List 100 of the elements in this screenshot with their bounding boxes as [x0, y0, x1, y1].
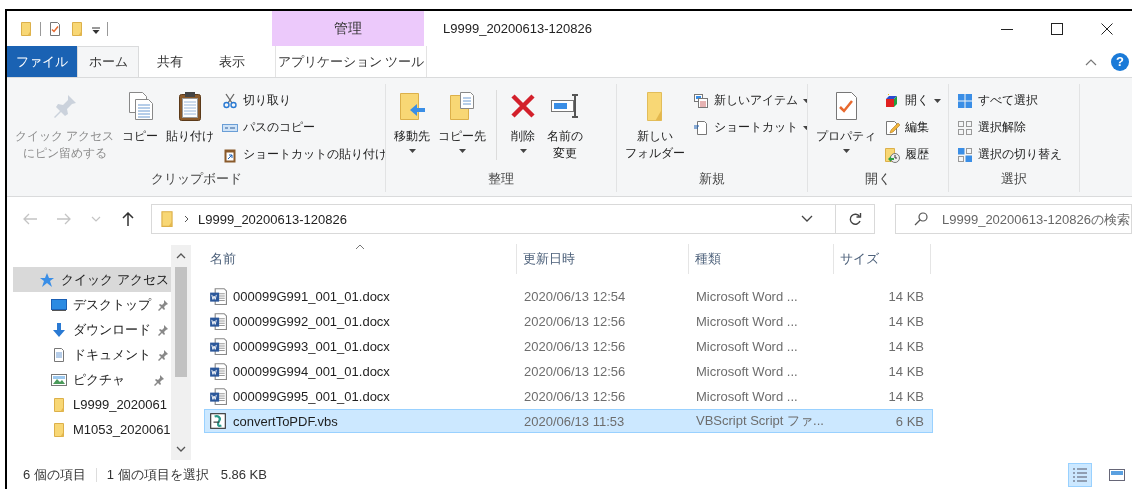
ribbon-tab[interactable]: 表示 [201, 46, 263, 77]
collapse-ribbon-icon[interactable] [1085, 57, 1097, 66]
ribbon-button[interactable]: 移動先 [390, 88, 434, 170]
ribbon-tab[interactable]: ホーム [77, 46, 139, 77]
ribbon-button[interactable]: コピー [118, 88, 163, 170]
scroll-up-icon[interactable] [176, 253, 187, 259]
table-cell-text: 6 KB [894, 412, 925, 431]
table-cell-text: Microsoft Word ... [695, 387, 799, 406]
file-name[interactable]: 000099G991_001_01.docx [233, 288, 390, 304]
table-cell-text: 14 KB [887, 387, 925, 406]
breadcrumb-item[interactable]: L9999_20200613-120826 [198, 211, 347, 227]
file-row[interactable]: 000099G992_001_01.docx 2020/06/13 12:56 Microsoft Word ... 14 KB [204, 309, 933, 333]
properties-icon[interactable] [47, 20, 63, 37]
word-document-icon [209, 312, 227, 330]
pencil-page-icon [884, 119, 900, 136]
folder-clock-icon [884, 146, 900, 163]
help-button[interactable]: ? [1111, 52, 1129, 71]
table-cell-text: VBScript Script ファ... [695, 412, 825, 430]
nav-item[interactable]: ピクチャ [13, 367, 172, 392]
file-name[interactable]: 000099G992_001_01.docx [233, 313, 390, 329]
nav-item[interactable]: ダウンロード [13, 317, 172, 342]
column-header[interactable]: 更新日時 [517, 244, 689, 274]
ribbon-tab[interactable]: 共有 [139, 46, 201, 77]
ribbon-tab[interactable]: ファイル [7, 46, 77, 77]
nav-item[interactable]: ドキュメント [13, 342, 172, 367]
ribbon-button[interactable]: 開く [884, 88, 941, 113]
nav-item[interactable]: デスクトップ [13, 292, 172, 317]
address-bar[interactable]: L9999_20200613-120826 [151, 204, 875, 234]
file-name[interactable]: convertToPDF.vbs [233, 413, 338, 429]
up-arrow-icon[interactable] [121, 212, 135, 226]
folder-icon [51, 396, 67, 413]
file-name[interactable]: 000099G995_001_01.docx [233, 388, 390, 404]
file-row[interactable]: 000099G993_001_01.docx 2020/06/13 12:56 Microsoft Word ... 14 KB [204, 334, 933, 358]
ribbon-button[interactable]: コピー先 [434, 88, 490, 170]
word-document-icon [209, 387, 227, 405]
file-row[interactable]: 000099G994_001_01.docx 2020/06/13 12:56 Microsoft Word ... 14 KB [204, 359, 933, 383]
grid-icon [957, 92, 973, 109]
script-file-icon [209, 412, 227, 430]
ribbon-button[interactable]: すべて選択 [957, 88, 1062, 113]
file-name[interactable]: 000099G993_001_01.docx [233, 338, 390, 354]
file-row[interactable]: 000099G991_001_01.docx 2020/06/13 12:54 Microsoft Word ... 14 KB [204, 284, 933, 308]
nav-item[interactable]: クイック アクセス [13, 267, 172, 292]
caret-icon [408, 149, 416, 153]
ribbon-button[interactable]: 履歴 [884, 142, 941, 167]
group-label: 開く [864, 170, 892, 188]
ribbon-button[interactable]: 切り取り [222, 88, 385, 113]
file-row[interactable]: 000099G995_001_01.docx 2020/06/13 12:56 Microsoft Word ... 14 KB [204, 384, 933, 408]
details-view-icon [1071, 465, 1089, 484]
nav-item[interactable]: M1053_2020061 [13, 417, 172, 442]
ribbon-button[interactable]: 削除 [503, 88, 543, 170]
column-header[interactable]: 名前 [204, 244, 517, 274]
ribbon-button[interactable]: 貼り付け [162, 88, 219, 170]
table-cell-text: 14 KB [887, 337, 925, 356]
refresh-icon[interactable] [848, 212, 862, 226]
new-item-icon [693, 92, 709, 109]
ribbon-button[interactable]: 新しい フォルダー [621, 88, 689, 170]
ribbon-button[interactable]: パスのコピー [222, 115, 385, 140]
group-label: 整理 [487, 170, 515, 188]
close-icon[interactable] [1101, 22, 1113, 35]
ribbon-button[interactable]: ショートカット [693, 115, 807, 140]
caret-icon [519, 149, 527, 153]
ribbon-button[interactable]: 新しいアイテム [693, 88, 807, 113]
caret-icon [803, 125, 807, 130]
pin-icon [157, 298, 169, 311]
table-cell-text: 2020/06/13 12:56 [523, 362, 627, 381]
ribbon-button[interactable]: 選択解除 [957, 115, 1062, 140]
search-field[interactable]: L9999_20200613-120826の検索 [895, 204, 1132, 234]
pin-icon [157, 348, 169, 361]
search-icon [914, 212, 928, 226]
scroll-thumb[interactable] [175, 267, 188, 377]
caret-icon [842, 149, 850, 153]
file-name[interactable]: 000099G994_001_01.docx [233, 363, 390, 379]
column-header[interactable]: 種類 [689, 244, 834, 274]
picture-icon [51, 371, 67, 388]
folder-icon [158, 210, 176, 228]
ribbon-button[interactable]: 名前の 変更 [543, 88, 587, 170]
table-cell-text: Microsoft Word ... [695, 287, 799, 306]
word-document-icon [209, 362, 227, 380]
nav-item[interactable]: L9999_2020061 [13, 392, 172, 417]
shortcut-page-icon [693, 119, 709, 136]
context-tab-title: 管理 [272, 11, 424, 46]
table-cell-text: 2020/06/13 12:56 [523, 337, 627, 356]
table-cell-text: 2020/06/13 12:54 [523, 287, 627, 306]
ribbon-button[interactable]: 選択の切り替え [957, 142, 1062, 167]
caret-icon [934, 98, 941, 103]
column-header[interactable]: サイズ [834, 244, 931, 274]
ribbon-button[interactable]: 編集 [884, 115, 941, 140]
scrollbar[interactable] [171, 245, 191, 460]
folder-icon [51, 421, 67, 438]
group-label: 選択 [1000, 170, 1028, 188]
pin-icon [153, 373, 166, 386]
ribbon-button[interactable]: プロパティ [812, 88, 880, 170]
star-icon [39, 271, 55, 288]
chevron-icon [184, 215, 190, 223]
view-button[interactable] [1068, 462, 1092, 487]
maximize-icon[interactable] [1051, 22, 1063, 35]
dropdown-icon[interactable] [801, 215, 813, 223]
scroll-down-icon[interactable] [176, 446, 187, 452]
pin-icon [157, 323, 169, 336]
file-row[interactable]: convertToPDF.vbs 2020/06/13 11:53 VBScript Script ファ... 6 KB [204, 409, 933, 433]
